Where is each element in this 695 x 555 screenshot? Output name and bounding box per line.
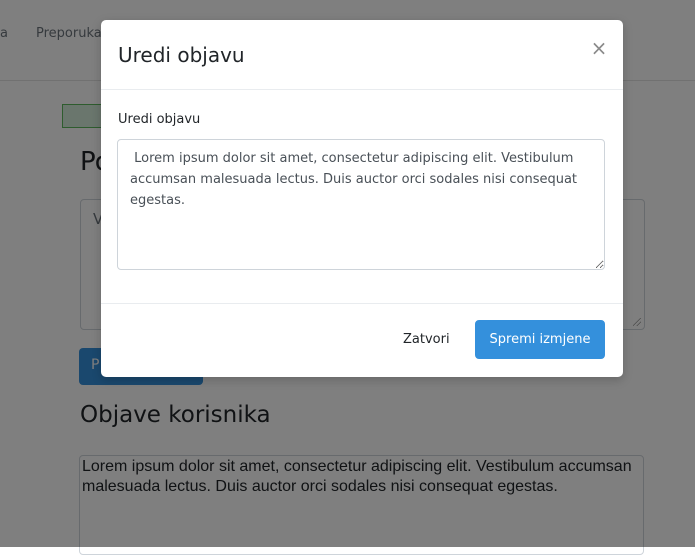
modal-footer: Zatvori Spremi izmjene xyxy=(101,304,623,377)
modal-title: Uredi objavu xyxy=(118,43,245,67)
modal-header: Uredi objavu × xyxy=(101,20,623,90)
save-changes-button[interactable]: Spremi izmjene xyxy=(475,320,605,359)
edit-post-textarea[interactable]: Lorem ipsum dolor sit amet, consectetur … xyxy=(117,139,605,270)
close-button[interactable]: Zatvori xyxy=(397,320,456,358)
modal-body: Uredi objavu Lorem ipsum dolor sit amet,… xyxy=(101,90,623,304)
edit-post-label: Uredi objavu xyxy=(118,112,201,127)
close-icon[interactable]: × xyxy=(589,38,609,58)
edit-post-modal: Uredi objavu × Uredi objavu Lorem ipsum … xyxy=(101,20,623,377)
